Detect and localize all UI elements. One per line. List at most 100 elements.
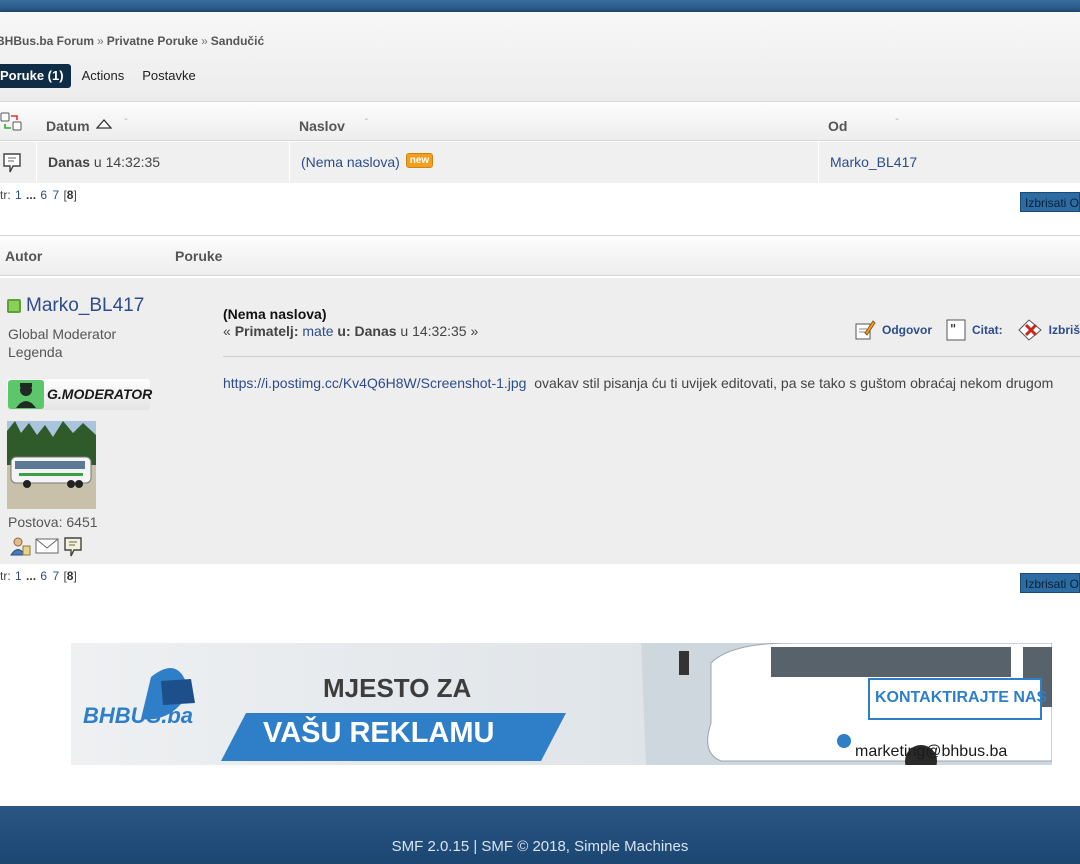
message-read-icon (2, 152, 22, 179)
column-messages: Poruke (175, 248, 223, 264)
post-body: Marko_BL417 Global Moderator Legenda G.M… (0, 278, 1080, 564)
pm-tabs: Poruke (1) Actions Postavke (0, 64, 205, 88)
banner-contact-button[interactable]: KONTAKTIRAJTE NAS (875, 689, 1047, 707)
cell-divider (36, 142, 37, 183)
post-content: https://i.postimg.cc/Kv4Q6H8W/Screenshot… (223, 373, 1063, 393)
banner-headline-2: VAŠU REKLAMU (263, 717, 495, 749)
moderator-badge: G.MODERATOR (7, 379, 153, 410)
column-from-label: Od (828, 118, 848, 134)
column-subject[interactable]: Naslov ˉ (299, 102, 368, 142)
quote-icon: " (946, 319, 966, 341)
new-badge: new (405, 153, 434, 168)
delete-post-button[interactable]: Izbriš (1017, 318, 1080, 342)
recipient-open: « (223, 323, 231, 339)
recipient-close: » (470, 323, 479, 339)
row-from-link[interactable]: Marko_BL417 (830, 154, 917, 170)
column-date-label: Datum (46, 118, 90, 134)
toggle-view-icon[interactable] (0, 111, 24, 138)
delete-selected-button[interactable]: Izbrisati O (1020, 573, 1080, 593)
footer-credits[interactable]: SMF 2.0.15 | SMF © 2018, Simple Machines (0, 838, 1080, 855)
column-date[interactable]: Datum ˉ (46, 102, 127, 142)
page-link-1[interactable]: 1 (15, 188, 22, 202)
delete-label: Izbriš (1048, 323, 1080, 337)
quote-button[interactable]: " Citat: (946, 319, 1003, 341)
column-author: Autor (5, 248, 43, 264)
tab-settings[interactable]: Postavke (133, 64, 204, 88)
pagination-prefix: tr: (0, 188, 11, 202)
page-ellipsis: ... (26, 188, 37, 202)
page-ellipsis: ... (26, 569, 37, 583)
row-subject-link[interactable]: (Nema naslova) (301, 154, 400, 170)
poster-rank: Legenda (8, 344, 63, 360)
bottom-band (0, 806, 1080, 864)
breadcrumb-private-messages[interactable]: Privatne Poruke (107, 34, 198, 48)
row-subject: (Nema naslova) new (301, 142, 434, 183)
online-status-icon (7, 299, 21, 313)
page-link-6[interactable]: 6 (40, 569, 47, 583)
header-area: BHBus.ba Forum» Privatne Poruke» Sandučić … (0, 12, 1080, 102)
breadcrumb: BHBus.ba Forum» Privatne Poruke» Sandučić (0, 34, 264, 48)
post-date-time: u 14:32:35 (400, 323, 467, 339)
personal-message-icon[interactable] (63, 536, 83, 563)
ad-banner[interactable]: BHBUS.ba MJESTO ZA VAŠU REKLAMU KONTAKTI… (71, 643, 1052, 765)
post-recipient-line: « Primatelj: mate u: Danas u 14:32:35 » (223, 323, 478, 339)
post-date-label: u: Danas (337, 323, 397, 339)
post-separator (223, 356, 1080, 357)
column-from[interactable]: Od ˉ (828, 102, 898, 142)
svg-text:": " (950, 322, 956, 336)
poster-group: Global Moderator (8, 326, 117, 342)
pagination-top: tr: 1 ... 6 7 [8] (0, 188, 77, 202)
delete-selected-button[interactable]: Izbrisati O (1020, 192, 1080, 212)
page-link-1[interactable]: 1 (15, 569, 22, 583)
quote-label: Citat: (971, 323, 1003, 337)
sort-hint-icon: ˉ (124, 117, 128, 127)
breadcrumb-separator: » (97, 34, 104, 48)
tab-actions[interactable]: Actions (73, 64, 134, 88)
page-current: 8 (66, 569, 74, 583)
poster-post-count: Postova: 6451 (8, 514, 98, 530)
recipient-link[interactable]: mate (302, 323, 333, 339)
poster-name[interactable]: Marko_BL417 (26, 295, 144, 317)
recipient-label: Primatelj: (234, 323, 299, 339)
page-link-7[interactable]: 7 (52, 569, 59, 583)
row-date-day: Danas (48, 154, 91, 170)
table-row[interactable]: Danas u 14:32:35 (Nema naslova) new Mark… (0, 142, 1080, 183)
post-text: ovakav stil pisanja ću ti uvijek editova… (534, 375, 1054, 391)
cell-divider (818, 142, 819, 183)
pagination-prefix: tr: (0, 569, 11, 583)
post-table-header: Autor Poruke (0, 235, 1080, 276)
page-link-7[interactable]: 7 (52, 188, 59, 202)
banner-email: marketing@bhbus.ba (855, 743, 1008, 760)
email-icon[interactable] (35, 536, 59, 563)
row-date-time: u 14:32:35 (93, 154, 161, 170)
badge-label: G.MODERATOR (47, 386, 153, 402)
delete-icon (1017, 319, 1042, 341)
breadcrumb-inbox: Sandučić (210, 34, 265, 48)
column-subject-label: Naslov (299, 118, 345, 134)
pagination-bottom: tr: 1 ... 6 7 [8] (0, 569, 77, 583)
tab-messages[interactable]: Poruke (1) (0, 64, 71, 88)
messages-table-header: Datum ˉ Naslov ˉ Od ˉ (0, 101, 1080, 141)
banner-headline-1: MJESTO ZA (323, 673, 472, 703)
cell-divider (289, 142, 290, 183)
sort-hint-icon: ˉ (364, 117, 368, 127)
page-wrapper: BHBus.ba Forum» Privatne Poruke» Sandučić … (0, 12, 1080, 806)
profile-icon[interactable] (9, 536, 31, 563)
post-subject: (Nema naslova) (223, 306, 327, 322)
row-date: Danas u 14:32:35 (48, 142, 160, 183)
avatar (7, 421, 96, 509)
sort-hint-icon: ˉ (895, 117, 899, 127)
post-actions: Odgovor " Citat: Izbriš (840, 318, 1080, 342)
banner-logo: BHBUS.ba (83, 703, 194, 728)
reply-icon (855, 320, 876, 340)
breadcrumb-separator: » (201, 34, 208, 48)
page-current: 8 (66, 188, 74, 202)
post-link[interactable]: https://i.postimg.cc/Kv4Q6H8W/Screenshot… (223, 375, 526, 391)
moderator-icon (8, 380, 44, 409)
page-link-6[interactable]: 6 (40, 188, 47, 202)
poster-icons (9, 536, 83, 563)
reply-button[interactable]: Odgovor (854, 319, 932, 341)
sort-asc-icon (96, 104, 113, 144)
row-from: Marko_BL417 (830, 142, 917, 183)
breadcrumb-forum[interactable]: BHBus.ba Forum (0, 34, 94, 48)
